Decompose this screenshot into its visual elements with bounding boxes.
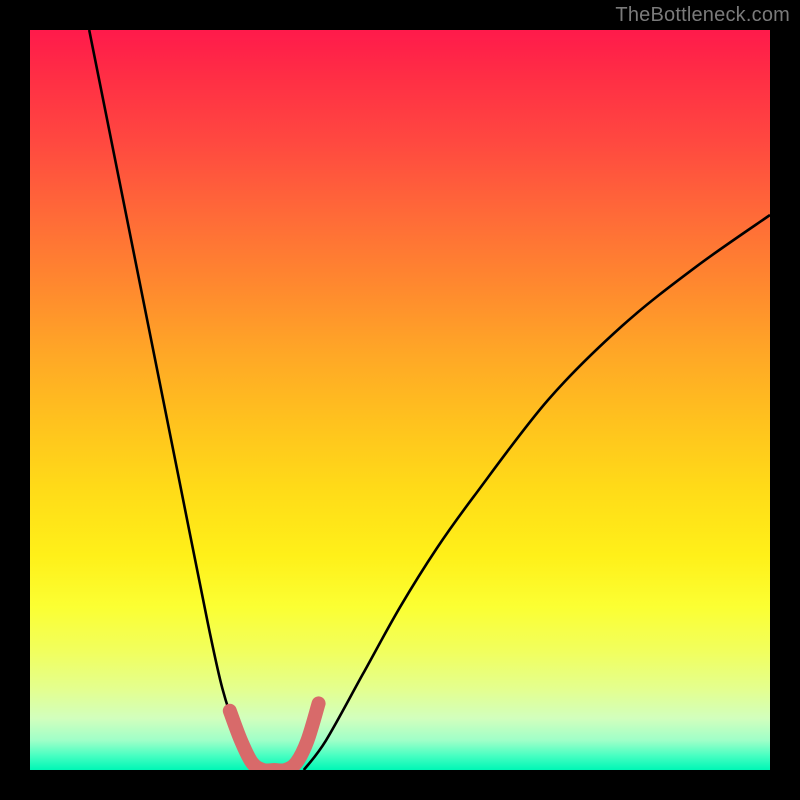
left-branch-curve	[89, 30, 259, 770]
right-branch-curve	[304, 215, 770, 770]
plot-area	[30, 30, 770, 770]
curves-svg	[30, 30, 770, 770]
valley-highlight-curve	[230, 703, 319, 770]
watermark-text: TheBottleneck.com	[615, 4, 790, 27]
chart-frame: TheBottleneck.com	[0, 0, 800, 800]
